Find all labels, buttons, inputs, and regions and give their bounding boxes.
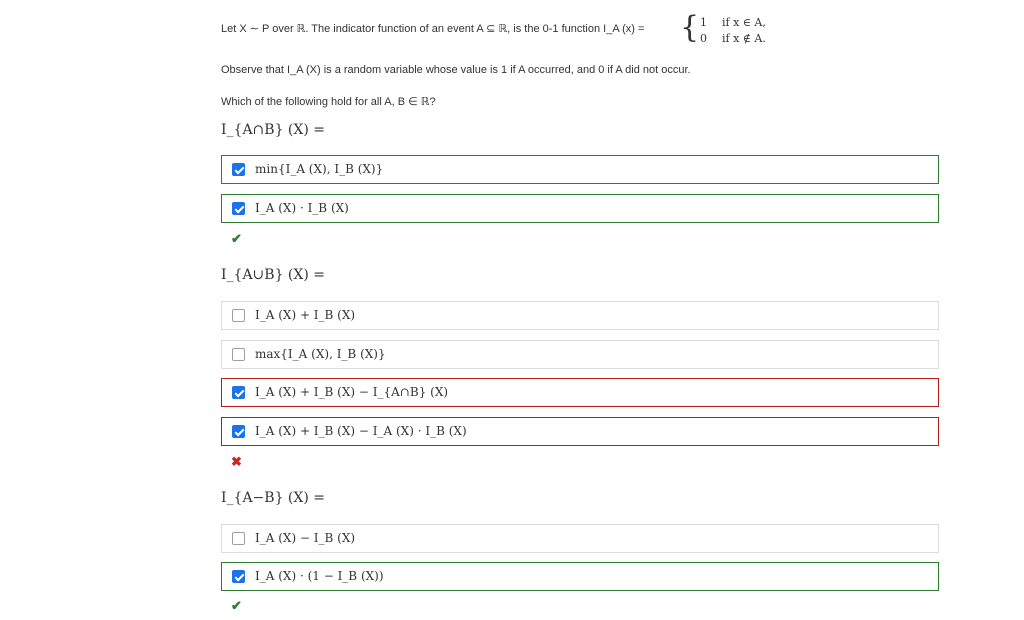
case-2-condition: if x ∉ A. [722,32,766,45]
part-1-option-2[interactable]: I_A (X) · I_B (X) [221,194,939,223]
checkbox[interactable] [232,202,245,215]
part-3-heading: I_{A−B} (X) = [221,490,325,506]
case-2-value: 0 [700,32,707,45]
part-2-option-4[interactable]: I_A (X) + I_B (X) − I_A (X) · I_B (X) [221,417,939,446]
option-label: max{I_A (X), I_B (X)} [255,347,386,361]
case-1-condition: if x ∈ A, [722,16,766,29]
piecewise-case-2: 0 if x ∉ A. [700,32,766,45]
option-label: I_A (X) + I_B (X) − I_{A∩B} (X) [255,385,449,399]
part-1-option-1[interactable]: min{I_A (X), I_B (X)} [221,155,939,184]
case-1-value: 1 [700,16,707,29]
piecewise-case-1: 1 if x ∈ A, [700,16,766,29]
correct-check-icon: ✔ [231,231,242,246]
which-text: Which of the following hold for all A, B… [221,96,436,108]
checkbox[interactable] [232,570,245,583]
checkbox[interactable] [232,532,245,545]
checkbox[interactable] [232,348,245,361]
checkbox[interactable] [232,309,245,322]
intro-text: Let X ∼ P over ℝ. The indicator function… [221,23,645,35]
option-label: I_A (X) + I_B (X) [255,308,356,322]
option-label: min{I_A (X), I_B (X)} [255,162,384,176]
part-2-heading: I_{A∪B} (X) = [221,267,325,283]
part-3-option-2[interactable]: I_A (X) · (1 − I_B (X)) [221,562,939,591]
option-label: I_A (X) + I_B (X) − I_A (X) · I_B (X) [255,424,467,438]
part-2-option-2[interactable]: max{I_A (X), I_B (X)} [221,340,939,369]
part-3-option-1[interactable]: I_A (X) − I_B (X) [221,524,939,553]
part-2-option-1[interactable]: I_A (X) + I_B (X) [221,301,939,330]
option-label: I_A (X) · I_B (X) [255,201,349,215]
correct-check-icon: ✔ [231,598,242,613]
checkbox[interactable] [232,425,245,438]
piecewise-brace: { [680,10,700,45]
checkbox[interactable] [232,163,245,176]
option-label: I_A (X) − I_B (X) [255,531,356,545]
option-label: I_A (X) · (1 − I_B (X)) [255,569,384,583]
part-2-option-3[interactable]: I_A (X) + I_B (X) − I_{A∩B} (X) [221,378,939,407]
checkbox[interactable] [232,386,245,399]
observe-text: Observe that I_A (X) is a random variabl… [221,64,691,76]
part-1-heading: I_{A∩B} (X) = [221,122,325,138]
wrong-cross-icon: ✖ [231,454,242,469]
